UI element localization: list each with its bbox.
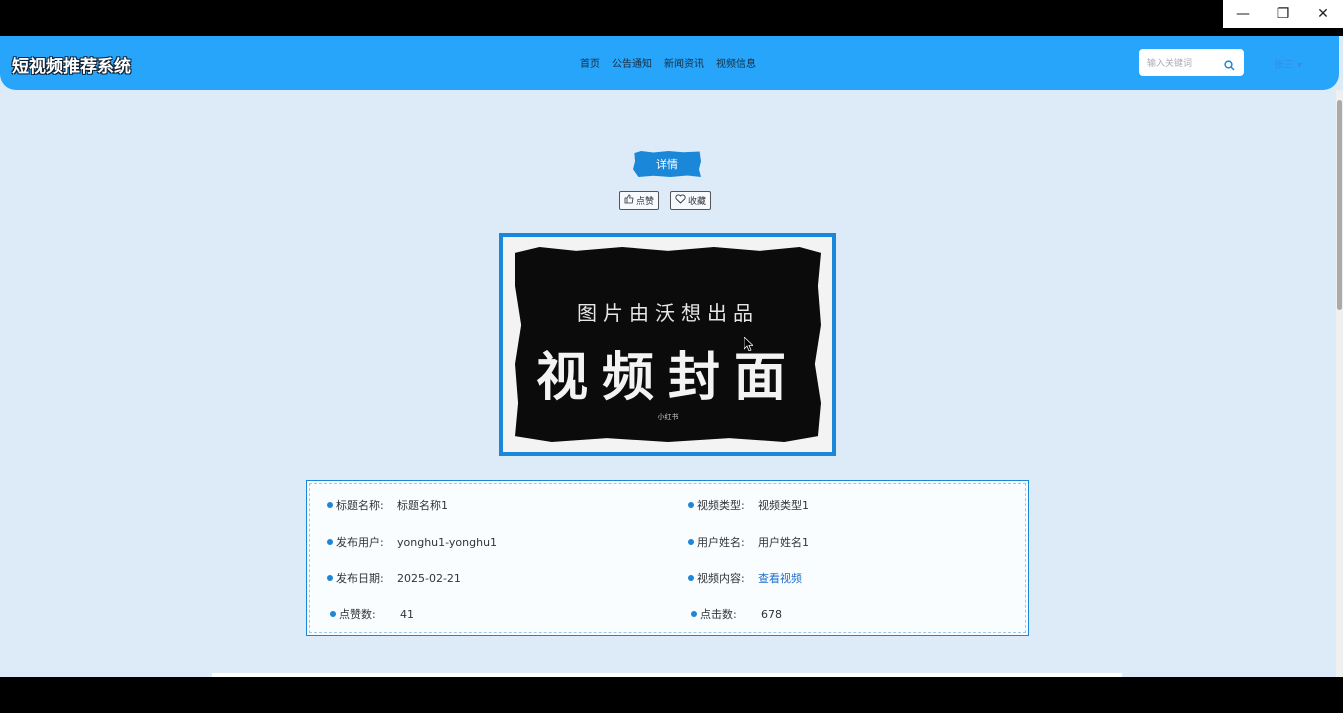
search-box [1139,49,1244,76]
bullet-icon [327,575,333,581]
date-value: 2025-02-21 [397,571,461,585]
scrollbar[interactable] [1336,90,1343,677]
clicks-label: 点击数: [700,608,737,621]
username-label: 用户姓名: [697,536,745,549]
bottom-bar [0,677,1343,713]
close-button[interactable]: ✕ [1303,0,1343,28]
type-value: 视频类型1 [758,499,809,512]
title-label: 标题名称: [336,499,384,512]
title-bar: — ❐ ✕ [0,0,1343,36]
likes-value: 41 [400,607,414,621]
menu-item-notices[interactable]: 公告通知 [612,55,652,70]
user-menu[interactable]: 张三 ▾ [1274,56,1302,71]
publisher-label: 发布用户: [336,536,384,549]
mouse-cursor-icon [743,336,755,355]
clicks-value: 678 [761,607,782,621]
detail-heading: 详情 [633,151,701,177]
action-buttons: 点赞 收藏 [619,191,712,210]
thumbs-up-icon [624,194,634,207]
cover-artwork: 图片由沃想出品 视频封面 小红书 [515,247,821,442]
video-cover-image[interactable]: 图片由沃想出品 视频封面 小红书 [499,233,836,456]
top-navbar: 短视频推荐系统 首页 公告通知 新闻资讯 视频信息 张三 ▾ [0,36,1339,90]
heart-icon [675,194,686,207]
view-video-link[interactable]: 查看视频 [758,570,802,586]
page-viewport: 短视频推荐系统 首页 公告通知 新闻资讯 视频信息 张三 ▾ 详情 点赞 [0,36,1343,677]
minimize-button[interactable]: — [1223,0,1263,28]
cover-subtitle: 图片由沃想出品 [577,301,759,325]
cover-title: 视频封面 [535,347,800,408]
like-label: 点赞 [636,197,655,207]
bullet-icon [688,502,694,508]
like-button[interactable]: 点赞 [619,191,660,210]
info-row-username: 用户姓名: 用户姓名1 [688,534,809,550]
info-row-type: 视频类型: 视频类型1 [688,497,809,513]
search-input[interactable] [1145,56,1221,69]
favorite-label: 收藏 [688,197,707,207]
info-row-publisher: 发布用户: yonghu1-yonghu1 [327,534,497,550]
main-menu: 首页 公告通知 新闻资讯 视频信息 [580,55,756,70]
menu-item-home[interactable]: 首页 [580,55,600,70]
bullet-icon [688,575,694,581]
info-row-date: 发布日期: 2025-02-21 [327,570,461,586]
title-value: 标题名称1 [397,499,448,512]
bullet-icon [330,611,336,617]
info-row-likes: 点赞数: 41 [330,606,414,622]
bullet-icon [327,539,333,545]
video-info-panel: 标题名称: 标题名称1 视频类型: 视频类型1 发布用户: yonghu1-yo… [306,480,1029,636]
likes-label: 点赞数: [339,608,376,621]
date-label: 发布日期: [336,572,384,585]
type-label: 视频类型: [697,499,745,512]
restore-button[interactable]: ❐ [1263,0,1303,28]
menu-item-videos[interactable]: 视频信息 [716,55,756,70]
menu-item-news[interactable]: 新闻资讯 [664,55,704,70]
bullet-icon [691,611,697,617]
info-row-content: 视频内容: 查看视频 [688,570,802,586]
search-icon[interactable] [1224,56,1235,75]
site-brand[interactable]: 短视频推荐系统 [12,52,131,77]
favorite-button[interactable]: 收藏 [670,191,712,210]
username-value: 用户姓名1 [758,536,809,549]
bullet-icon [327,502,333,508]
cover-watermark: 小红书 [657,413,679,421]
info-row-title: 标题名称: 标题名称1 [327,497,448,513]
window-controls: — ❐ ✕ [1223,0,1343,28]
scrollbar-thumb[interactable] [1337,100,1342,310]
content-label: 视频内容: [697,572,745,585]
info-row-clicks: 点击数: 678 [691,606,782,622]
publisher-value: yonghu1-yonghu1 [397,535,498,549]
bullet-icon [688,539,694,545]
